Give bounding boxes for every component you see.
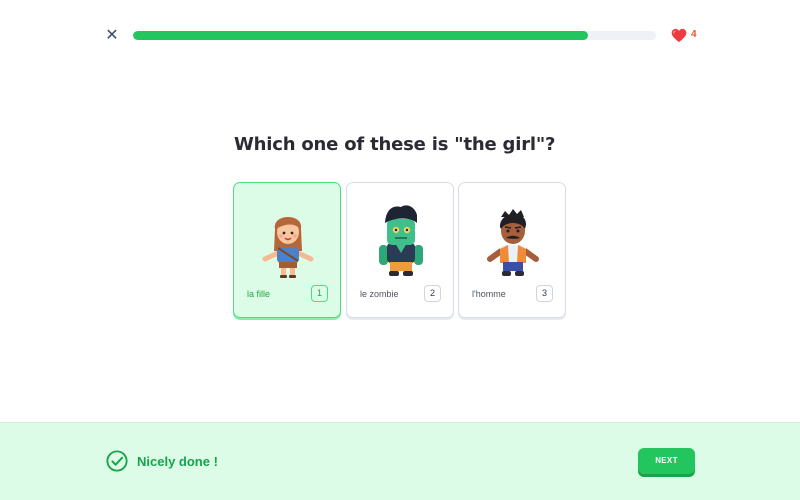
option-label: le zombie [360, 289, 399, 299]
option-key-badge: 1 [311, 285, 328, 302]
option-label: l'homme [472, 289, 506, 299]
check-circle-icon [106, 450, 128, 472]
option-card-la-fille[interactable]: la fille 1 [233, 182, 341, 318]
lives-count: 4 [691, 29, 697, 40]
next-button[interactable]: NEXT [638, 448, 695, 474]
option-card-le-zombie[interactable]: le zombie 2 [346, 182, 454, 318]
feedback-message: Nicely done ! [137, 454, 218, 469]
question-prompt: Which one of these is "the girl"? [234, 134, 556, 155]
option-key-badge: 3 [536, 285, 553, 302]
option-label: la fille [247, 289, 271, 299]
man-character-icon [487, 209, 539, 276]
heart-icon [671, 28, 687, 43]
progress-fill [133, 31, 588, 40]
close-icon[interactable]: ✕ [104, 28, 120, 44]
girl-character-icon [262, 217, 314, 278]
option-key-badge: 2 [424, 285, 441, 302]
zombie-character-icon [379, 205, 423, 276]
progress-bar [133, 31, 656, 40]
option-card-lhomme[interactable]: l'homme 3 [458, 182, 566, 318]
